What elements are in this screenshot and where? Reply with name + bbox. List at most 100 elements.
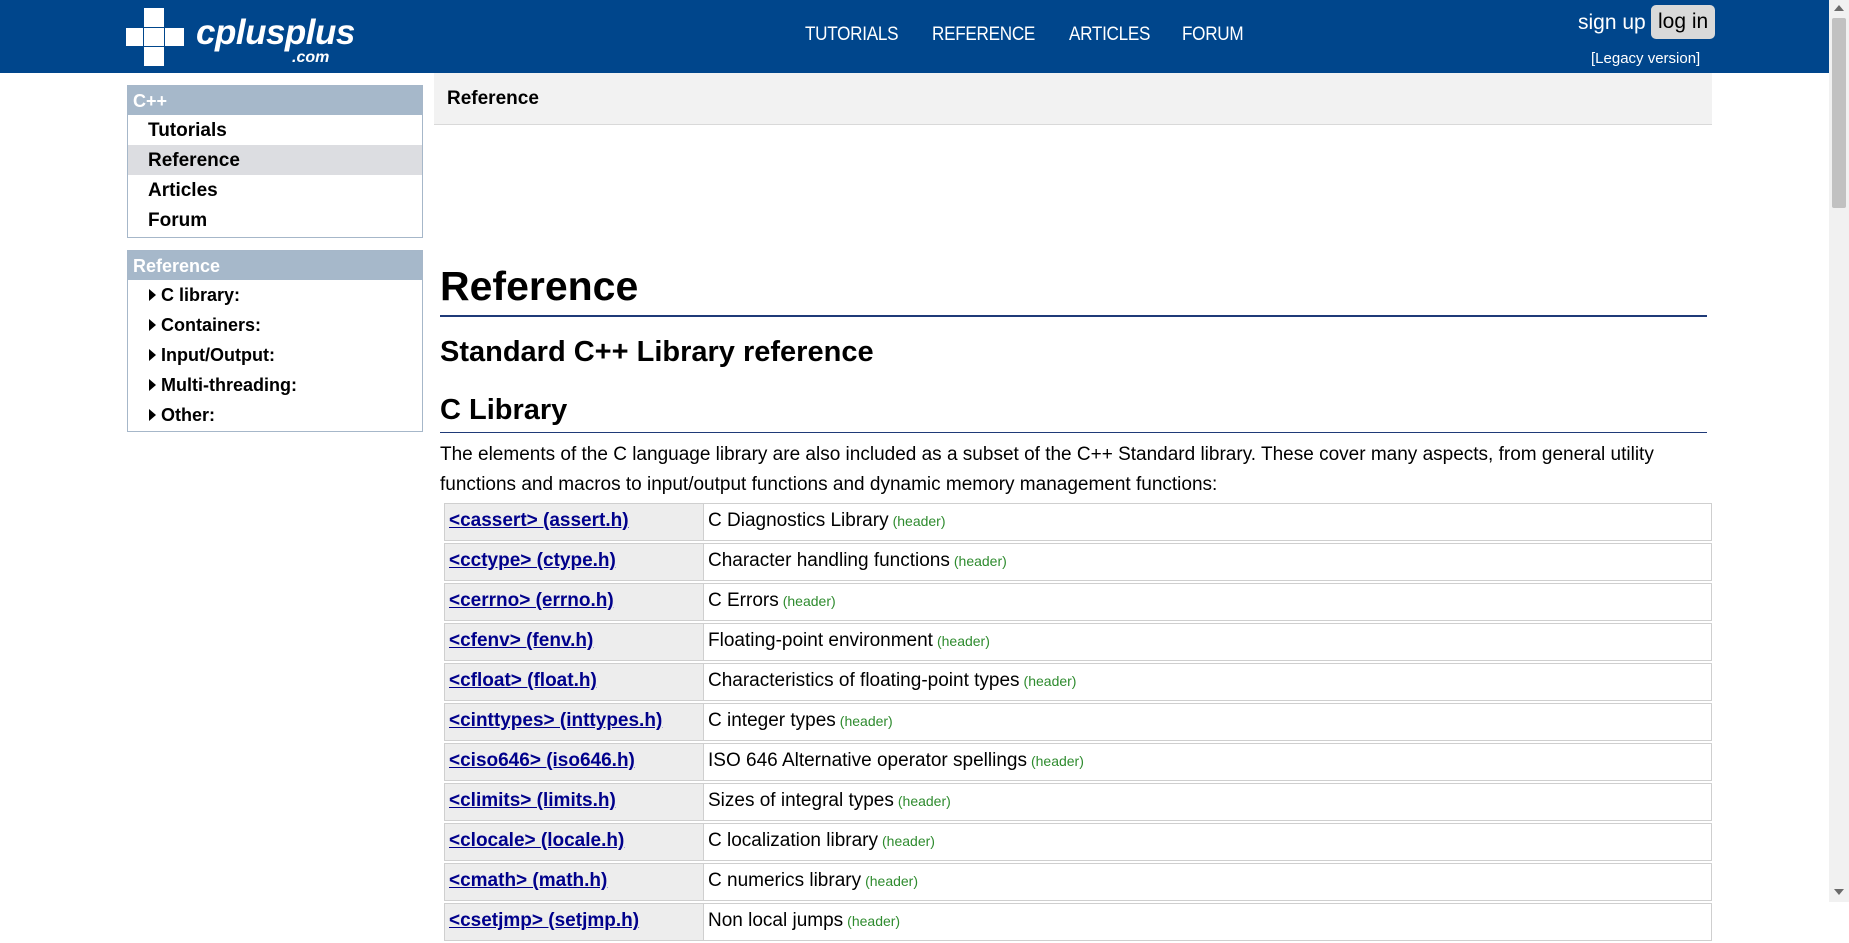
library-link[interactable]: <cerrno> (errno.h) <box>449 590 614 612</box>
sidebar-reference-box: Reference C library: Containers: Input/O… <box>127 250 423 432</box>
sidebar-item-articles[interactable]: Articles <box>128 175 422 205</box>
library-description-cell: Character handling functions (header) <box>708 550 1007 572</box>
scrollbar-thumb[interactable] <box>1832 18 1846 208</box>
library-name-cell: <csetjmp> (setjmp.h) <box>445 904 704 940</box>
top-nav: TUTORIALS REFERENCE ARTICLES FORUM <box>805 24 1250 46</box>
logo-text: cplusplus <box>196 13 355 52</box>
library-name-cell: <cerrno> (errno.h) <box>445 584 704 620</box>
intro-paragraph: The elements of the C language library a… <box>440 444 1654 495</box>
library-table: <cassert> (assert.h) C Diagnostics Librar… <box>444 503 1712 943</box>
sidebar-cpp-title: C++ <box>128 86 422 115</box>
legacy-version-link[interactable]: [Legacy version] <box>1591 50 1700 68</box>
library-description: ISO 646 Alternative operator spellings <box>708 750 1027 771</box>
expand-triangle-icon[interactable] <box>149 409 156 421</box>
header-tag: (header) <box>847 913 901 929</box>
site-logo[interactable]: cplusplus .com <box>126 8 356 66</box>
library-description-cell: Non local jumps (header) <box>708 910 900 932</box>
expand-triangle-icon[interactable] <box>149 289 156 301</box>
header-tag: (header) <box>936 633 990 649</box>
library-description-cell: Characteristics of floating-point types(… <box>708 670 1076 692</box>
library-description-cell: Sizes of integral types (header) <box>708 790 951 812</box>
library-description: C Errors <box>708 590 779 611</box>
library-description-cell: C localization library (header) <box>708 830 935 852</box>
page-title: Reference <box>440 263 639 309</box>
tree-item-containers[interactable]: Containers: <box>128 310 422 340</box>
library-description: C localization library <box>708 830 879 851</box>
tree-item-other[interactable]: Other: <box>128 400 422 430</box>
header-tag: (header) <box>865 873 919 889</box>
scroll-down-arrow-icon[interactable] <box>1834 889 1844 895</box>
section-heading: C Library <box>440 394 568 426</box>
table-row: <cassert> (assert.h) C Diagnostics Librar… <box>444 503 1712 541</box>
library-link[interactable]: <cmath> (math.h) <box>449 870 607 892</box>
expand-triangle-icon[interactable] <box>149 379 156 391</box>
tree-item-multi-threading[interactable]: Multi-threading: <box>128 370 422 400</box>
table-row: <cmath> (math.h) C numerics library (heade… <box>444 863 1712 901</box>
sidebar-item-reference[interactable]: Reference <box>128 145 422 175</box>
scroll-up-arrow-icon[interactable] <box>1834 5 1844 11</box>
table-row: <cfenv> (fenv.h) Floating-point environme… <box>444 623 1712 661</box>
cross-logo-icon <box>126 8 184 66</box>
library-description-cell: Floating-point environment (header) <box>708 630 990 652</box>
table-row: <climits> (limits.h) Sizes of integral ty… <box>444 783 1712 821</box>
nav-articles[interactable]: ARTICLES <box>1069 24 1150 46</box>
table-row: <clocale> (locale.h) C localization libra… <box>444 823 1712 861</box>
library-description: C integer types <box>708 710 836 731</box>
sign-up-link[interactable]: sign up <box>1578 10 1646 36</box>
sidebar-item-forum[interactable]: Forum <box>128 205 422 235</box>
library-link[interactable]: <cctype> (ctype.h) <box>449 550 616 572</box>
tree-item-label: Other: <box>161 405 215 425</box>
library-link[interactable]: <ciso646> (iso646.h) <box>449 750 635 772</box>
logo-subtext: .com <box>292 49 330 66</box>
tree-item-label: Input/Output: <box>161 345 275 365</box>
vertical-scrollbar[interactable] <box>1829 0 1849 902</box>
library-link[interactable]: <cfenv> (fenv.h) <box>449 630 593 652</box>
library-description-cell: C Diagnostics Library (header) <box>708 510 946 532</box>
header-tag: (header) <box>839 713 893 729</box>
library-link[interactable]: <cassert> (assert.h) <box>449 510 629 532</box>
header-tag: (header) <box>1023 673 1077 689</box>
header-tag: (header) <box>892 513 946 529</box>
breadcrumb: Reference <box>447 88 539 109</box>
library-description-cell: C integer types (header) <box>708 710 893 732</box>
library-description: Non local jumps <box>708 910 844 931</box>
library-link[interactable]: <clocale> (locale.h) <box>449 830 624 852</box>
top-bar: cplusplus .com TUTORIALS REFERENCE ARTIC… <box>0 0 1829 73</box>
library-description: Floating-point environment <box>708 630 933 651</box>
library-link[interactable]: <climits> (limits.h) <box>449 790 616 812</box>
title-divider <box>440 315 1707 317</box>
library-description: Sizes of integral types <box>708 790 894 811</box>
tree-item-input-output[interactable]: Input/Output: <box>128 340 422 370</box>
library-link[interactable]: <csetjmp> (setjmp.h) <box>449 910 639 932</box>
sidebar-reference-title: Reference <box>128 251 422 280</box>
section-divider <box>440 432 1707 433</box>
table-row: <ciso646> (iso646.h) ISO 646 Alternative … <box>444 743 1712 781</box>
library-link[interactable]: <cfloat> (float.h) <box>449 670 597 692</box>
library-name-cell: <cfenv> (fenv.h) <box>445 624 704 660</box>
library-name-cell: <ciso646> (iso646.h) <box>445 744 704 780</box>
table-row: <cerrno> (errno.h) C Errors (header) <box>444 583 1712 621</box>
tree-item-label: C library: <box>161 285 241 305</box>
library-name-cell: <cinttypes> (inttypes.h) <box>445 704 704 740</box>
log-in-button[interactable]: log in <box>1651 5 1716 39</box>
library-name-cell: <cassert> (assert.h) <box>445 504 704 540</box>
header-tag: (header) <box>1030 753 1084 769</box>
nav-reference[interactable]: REFERENCE <box>932 24 1035 46</box>
sidebar-item-tutorials[interactable]: Tutorials <box>128 115 422 145</box>
library-name-cell: <cctype> (ctype.h) <box>445 544 704 580</box>
table-row: <cfloat> (float.h) Characteristics of flo… <box>444 663 1712 701</box>
tree-item-c-library[interactable]: C library: <box>128 280 422 310</box>
library-name-cell: <cmath> (math.h) <box>445 864 704 900</box>
expand-triangle-icon[interactable] <box>149 319 156 331</box>
header-tag: (header) <box>882 833 935 849</box>
library-link[interactable]: <cinttypes> (inttypes.h) <box>449 710 662 732</box>
library-name-cell: <climits> (limits.h) <box>445 784 704 820</box>
header-tag: (header) <box>897 793 951 809</box>
page-subtitle: Standard C++ Library reference <box>440 336 874 368</box>
nav-forum[interactable]: FORUM <box>1182 24 1244 46</box>
library-description: C Diagnostics Library <box>708 510 889 531</box>
nav-tutorials[interactable]: TUTORIALS <box>805 24 899 46</box>
expand-triangle-icon[interactable] <box>149 349 156 361</box>
sidebar-cpp-box: C++ Tutorials Reference Articles Forum <box>127 85 423 238</box>
library-name-cell: <cfloat> (float.h) <box>445 664 704 700</box>
